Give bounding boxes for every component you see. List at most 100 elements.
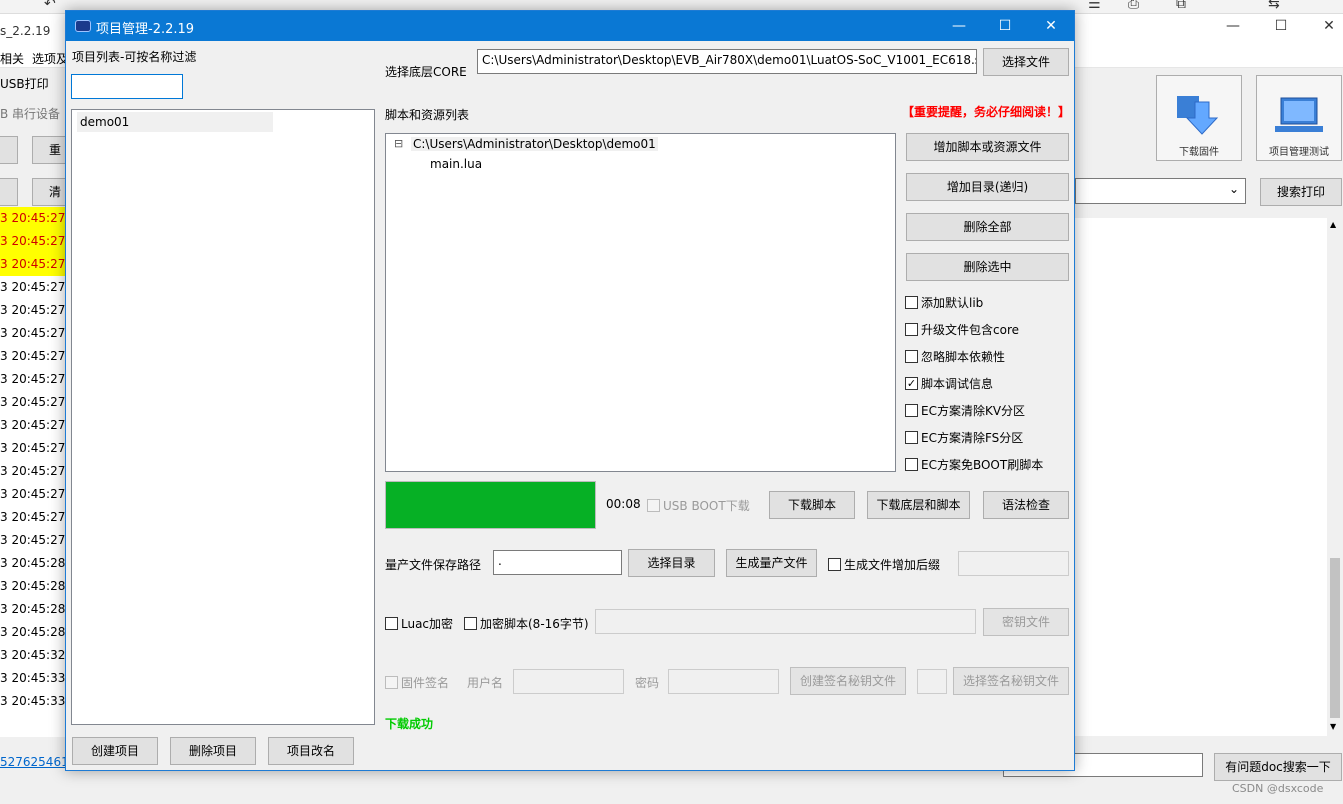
- bg-menu-item-options[interactable]: 选项及: [32, 50, 68, 67]
- firmware-sign-box[interactable]: [385, 676, 398, 689]
- bg-scrollbar[interactable]: ▲ ▼: [1327, 218, 1343, 736]
- script-resource-tree[interactable]: ⊟ C:\Users\Administrator\Desktop\demo01 …: [385, 133, 896, 472]
- create-project-button[interactable]: 创建项目: [72, 737, 158, 765]
- username-input[interactable]: [513, 669, 624, 694]
- option-checkbox[interactable]: EC方案清除KV分区: [905, 402, 1025, 419]
- download-core-script-button[interactable]: 下载底层和脚本: [867, 491, 970, 519]
- bg-right-log-panel: [1075, 218, 1327, 736]
- elapsed-time: 00:08: [606, 497, 641, 511]
- log-line: 3 20:45:28.7: [0, 556, 66, 570]
- checkbox-box[interactable]: [905, 431, 918, 444]
- choose-file-button[interactable]: 选择文件: [983, 48, 1069, 76]
- important-notice-link[interactable]: 【重要提醒，务必仔细阅读！】: [902, 103, 1070, 120]
- download-script-button[interactable]: 下载脚本: [769, 491, 855, 519]
- project-item-demo01[interactable]: demo01: [77, 112, 273, 132]
- syntax-check-button[interactable]: 语法检查: [983, 491, 1069, 519]
- search-print-button[interactable]: 搜索打印: [1260, 178, 1342, 206]
- option-checkbox[interactable]: 添加默认lib: [905, 294, 983, 311]
- bg-usb-print-label[interactable]: USB打印: [0, 75, 49, 92]
- bg-serial-tab[interactable]: B 串行设备: [0, 105, 60, 122]
- bg-button-left-1[interactable]: [0, 136, 18, 164]
- encrypt-box[interactable]: [464, 617, 477, 630]
- option-checkbox[interactable]: EC方案免BOOT刷脚本: [905, 456, 1043, 473]
- encrypt-checkbox[interactable]: 加密脚本(8-16字节): [464, 615, 589, 632]
- checkbox-box[interactable]: [905, 404, 918, 417]
- log-line: 3 20:45:27.4: [0, 418, 66, 432]
- mass-path-input[interactable]: .: [493, 550, 622, 575]
- print-icon[interactable]: ⎙: [1128, 0, 1139, 12]
- dialog-titlebar[interactable]: 项目管理-2.2.19 — ☐ ✕: [66, 11, 1074, 41]
- sign-key-path-input[interactable]: [917, 669, 947, 694]
- log-line: 3 20:45:27.3: [0, 207, 66, 230]
- tree-collapse-icon[interactable]: ⊟: [394, 137, 403, 150]
- maximize-icon[interactable]: ☐: [982, 11, 1028, 41]
- luac-box[interactable]: [385, 617, 398, 630]
- dialog-title: 项目管理-2.2.19: [96, 22, 195, 37]
- core-path-input[interactable]: C:\Users\Administrator\Desktop\EVB_Air78…: [477, 49, 977, 74]
- bg-close-icon[interactable]: ✕: [1314, 18, 1343, 34]
- log-line: 3 20:45:28.7: [0, 602, 66, 616]
- minimize-icon[interactable]: —: [936, 11, 982, 41]
- usb-boot-box[interactable]: [647, 499, 660, 512]
- checkmark-icon[interactable]: ✓: [905, 377, 918, 390]
- suffix-input[interactable]: [958, 551, 1069, 576]
- project-list[interactable]: demo01: [71, 109, 375, 725]
- generate-mass-file-button[interactable]: 生成量产文件: [726, 549, 817, 577]
- add-directory-button[interactable]: 增加目录(递归): [906, 173, 1069, 201]
- option-checkbox[interactable]: 升级文件包含core: [905, 321, 1019, 338]
- bg-menu-item-related[interactable]: 相关: [0, 50, 24, 67]
- bg-scrollbar-thumb[interactable]: [1330, 558, 1340, 718]
- checkbox-box[interactable]: [905, 350, 918, 363]
- scroll-up-icon[interactable]: ▲: [1330, 220, 1336, 229]
- download-firmware-button[interactable]: 下载固件: [1156, 75, 1242, 161]
- firmware-sign-checkbox[interactable]: 固件签名: [385, 674, 449, 691]
- username-label: 用户名: [467, 676, 504, 690]
- core-label: 选择底层CORE: [385, 65, 467, 79]
- bg-maximize-icon[interactable]: ☐: [1266, 18, 1296, 34]
- add-script-button[interactable]: 增加脚本或资源文件: [906, 133, 1069, 161]
- delete-selected-button[interactable]: 删除选中: [906, 253, 1069, 281]
- checkbox-box[interactable]: [905, 458, 918, 471]
- choose-directory-button[interactable]: 选择目录: [628, 549, 715, 577]
- option-checkbox[interactable]: EC方案清除FS分区: [905, 429, 1023, 446]
- download-firmware-label: 下载固件: [1179, 147, 1219, 158]
- scroll-down-icon[interactable]: ▼: [1330, 722, 1336, 731]
- option-label: 升级文件包含core: [921, 323, 1019, 337]
- checkbox-box[interactable]: [905, 323, 918, 336]
- log-line: 3 20:45:28.7: [0, 579, 66, 593]
- background-app-title: s_2.2.19: [0, 24, 51, 38]
- delete-all-button[interactable]: 删除全部: [906, 213, 1069, 241]
- filter-icon[interactable]: ⇆: [1268, 0, 1280, 12]
- key-file-button[interactable]: 密钥文件: [983, 608, 1069, 636]
- tree-child-main-lua[interactable]: main.lua: [430, 157, 482, 171]
- luac-checkbox[interactable]: Luac加密: [385, 615, 453, 632]
- tree-root-node[interactable]: C:\Users\Administrator\Desktop\demo01: [411, 137, 658, 151]
- suffix-box[interactable]: [828, 558, 841, 571]
- undo-icon[interactable]: ↶: [44, 0, 56, 12]
- list-icon[interactable]: ☰: [1088, 0, 1101, 12]
- checkbox-box[interactable]: [905, 296, 918, 309]
- luac-label: Luac加密: [401, 617, 454, 631]
- bg-link[interactable]: 527625461): [0, 755, 73, 769]
- password-input[interactable]: [668, 669, 779, 694]
- create-sign-key-button[interactable]: 创建签名秘钥文件: [790, 667, 906, 695]
- project-filter-input[interactable]: [71, 74, 183, 99]
- option-checkbox[interactable]: ✓ 脚本调试信息: [905, 375, 993, 392]
- doc-search-button[interactable]: 有问题doc搜索一下: [1214, 753, 1342, 781]
- download-progress-bar: [385, 481, 596, 529]
- suffix-checkbox[interactable]: 生成文件增加后缀: [828, 556, 940, 573]
- rename-project-button[interactable]: 项目改名: [268, 737, 354, 765]
- export-icon[interactable]: ⧉: [1176, 0, 1186, 12]
- delete-project-button[interactable]: 删除项目: [170, 737, 256, 765]
- choose-sign-key-button[interactable]: 选择签名秘钥文件: [953, 667, 1069, 695]
- bg-minimize-icon[interactable]: —: [1218, 18, 1248, 34]
- close-icon[interactable]: ✕: [1028, 11, 1074, 41]
- bg-button-left-2[interactable]: [0, 178, 18, 206]
- usb-boot-checkbox[interactable]: USB BOOT下载: [647, 497, 750, 514]
- log-line: 3 20:45:27.9: [0, 533, 66, 547]
- project-test-button[interactable]: 项目管理测试: [1256, 75, 1342, 161]
- encrypt-key-input[interactable]: [595, 609, 976, 634]
- bg-dropdown[interactable]: ⌄: [1075, 178, 1246, 204]
- log-line: 3 20:45:27.3: [0, 253, 66, 276]
- option-checkbox[interactable]: 忽略脚本依赖性: [905, 348, 1005, 365]
